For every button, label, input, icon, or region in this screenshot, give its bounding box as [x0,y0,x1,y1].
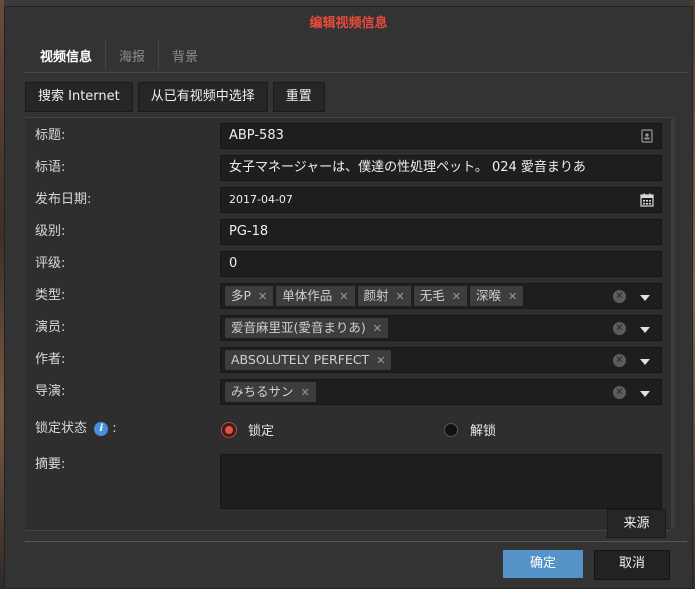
divider [25,541,687,542]
source-button[interactable]: 来源 [607,509,666,538]
tag-chip: 深喉 ✕ [469,286,524,306]
tag-label: 单体作品 [282,288,333,303]
edit-video-dialog: 编辑视频信息 视频信息 海报 背景 搜索 Internet 从已有视频中选择 重… [4,6,693,589]
clear-icon[interactable]: ✕ [613,354,626,367]
tab-backdrop[interactable]: 背景 [159,40,211,70]
tab-poster[interactable]: 海报 [106,40,160,70]
tag-chip: ABSOLUTELY PERFECT ✕ [225,350,392,370]
field-label: 标题: [35,128,66,143]
remove-tag-icon[interactable]: ✕ [258,290,267,303]
form-row-lock-state: 锁定状态 i : 锁定 解锁 [25,414,671,444]
tag-chip: 爱音麻里亚(愛音まりあ) ✕ [225,318,388,338]
field-label: 锁定状态 i : [35,414,117,444]
field-label: 类型: [35,288,66,303]
choose-existing-video-button[interactable]: 从已有视频中选择 [137,82,268,112]
lock-state-colon: : [112,421,117,436]
remove-tag-icon[interactable]: ✕ [376,354,385,367]
tab-bar: 视频信息 海报 背景 [27,40,211,70]
remove-tag-icon[interactable]: ✕ [339,290,348,303]
tag-chip: 多P ✕ [225,286,274,306]
form-row-genre: 类型: 多P ✕ 单体作品 ✕ 颜射 ✕ 无毛 ✕ 深喉 ✕ ✕ [25,281,671,311]
radio-selected-icon[interactable] [222,422,236,437]
summary-textarea[interactable] [220,454,662,509]
tag-label: 颜射 [363,288,389,303]
toolbar: 搜索 Internet 从已有视频中选择 重置 [25,82,325,112]
tag-label: みちるサン [231,384,294,399]
form-row-rating: 评级: 0 [25,249,671,279]
form-panel: 标题: ABP-583 标语: 女子マネージャーは、僕達の性処理ペット。 024… [25,117,671,531]
tag-chip: みちるサン ✕ [225,382,316,402]
chevron-down-icon[interactable] [640,391,650,397]
title-input[interactable]: ABP-583 [220,123,662,149]
tag-chip: 颜射 ✕ [357,286,411,306]
lock-radio-label: 锁定 [248,424,275,439]
tagline-input[interactable]: 女子マネージャーは、僕達の性処理ペット。 024 愛音まりあ [220,155,662,181]
remove-tag-icon[interactable]: ✕ [301,386,310,399]
lock-radio[interactable]: 锁定 [222,420,274,439]
remove-tag-icon[interactable]: ✕ [452,290,461,303]
chevron-down-icon[interactable] [640,295,650,301]
form-row-title: 标题: ABP-583 [25,121,671,151]
field-label: 摘要: [35,457,66,472]
remove-tag-icon[interactable]: ✕ [373,322,382,335]
field-label: 作者: [35,352,66,367]
tag-chip: 无毛 ✕ [413,286,467,306]
rating-input[interactable]: 0 [220,251,662,277]
field-label: 演员: [35,320,66,335]
ok-button[interactable]: 确定 [503,550,583,578]
form-row-tagline: 标语: 女子マネージャーは、僕達の性処理ペット。 024 愛音まりあ [25,153,671,183]
scrollbar[interactable] [671,117,675,529]
unlock-radio-label: 解锁 [470,424,497,439]
tag-label: 深喉 [475,288,501,303]
calendar-icon[interactable] [640,193,654,207]
form-row-release-date: 发布日期: 2017-04-07 [25,185,671,215]
lock-state-label: 锁定状态 [35,421,88,436]
clear-icon[interactable]: ✕ [613,290,626,303]
field-label: 评级: [35,256,66,271]
radio-unselected-icon[interactable] [444,422,458,437]
remove-tag-icon[interactable]: ✕ [396,290,405,303]
divider [25,72,687,73]
form-row-actor: 演员: 爱音麻里亚(愛音まりあ) ✕ ✕ [25,313,671,343]
form-row-writer: 作者: ABSOLUTELY PERFECT ✕ ✕ [25,345,671,375]
contact-card-icon[interactable] [640,129,654,143]
unlock-radio[interactable]: 解锁 [444,420,496,439]
chevron-down-icon[interactable] [640,359,650,365]
cancel-button[interactable]: 取消 [594,550,670,580]
genre-tag-input[interactable]: 多P ✕ 单体作品 ✕ 颜射 ✕ 无毛 ✕ 深喉 ✕ ✕ [220,283,662,309]
field-label: 发布日期: [35,192,92,207]
search-internet-button[interactable]: 搜索 Internet [25,82,133,112]
release-date-value: 2017-04-07 [229,193,293,206]
field-label: 导演: [35,384,66,399]
dialog-title: 编辑视频信息 [309,16,388,31]
field-label: 标语: [35,160,66,175]
field-label: 级别: [35,224,66,239]
clear-icon[interactable]: ✕ [613,386,626,399]
info-icon[interactable]: i [94,421,109,436]
director-tag-input[interactable]: みちるサン ✕ ✕ [220,379,662,405]
tag-label: ABSOLUTELY PERFECT [231,352,370,367]
actor-tag-input[interactable]: 爱音麻里亚(愛音まりあ) ✕ ✕ [220,315,662,341]
remove-tag-icon[interactable]: ✕ [508,290,517,303]
reset-button[interactable]: 重置 [272,82,325,112]
form-row-certificate: 级别: PG-18 [25,217,671,247]
release-date-input[interactable]: 2017-04-07 [220,187,662,213]
chevron-down-icon[interactable] [640,327,650,333]
form-row-director: 导演: みちるサン ✕ ✕ [25,377,671,407]
tag-chip: 单体作品 ✕ [276,286,355,306]
certificate-input[interactable]: PG-18 [220,219,662,245]
clear-icon[interactable]: ✕ [613,322,626,335]
title-value: ABP-583 [229,128,284,143]
tag-label: 爱音麻里亚(愛音まりあ) [231,320,366,335]
tag-label: 无毛 [419,288,445,303]
tab-video-info[interactable]: 视频信息 [27,40,107,70]
writer-tag-input[interactable]: ABSOLUTELY PERFECT ✕ ✕ [220,347,662,373]
tag-label: 多P [231,288,252,303]
